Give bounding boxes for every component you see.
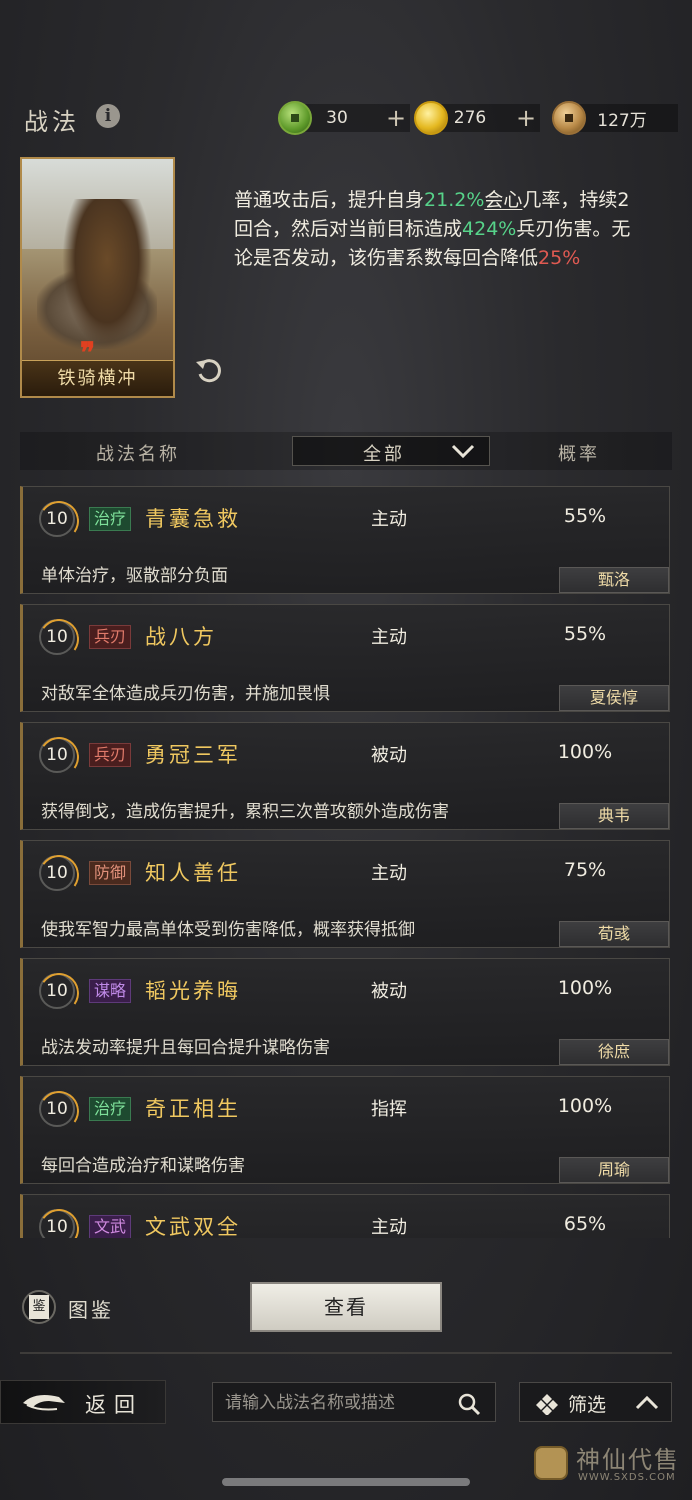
currency-jade: 30 + xyxy=(278,101,410,135)
search-box[interactable] xyxy=(212,1382,496,1422)
skill-row[interactable]: 10 谋略 韬光养晦 被动 100% 战法发动率提升且每回合提升谋略伤害 徐庶 xyxy=(20,958,670,1066)
skill-owner-tag[interactable]: 甄洛 xyxy=(559,567,669,593)
skill-rate: 65% xyxy=(563,1213,607,1235)
filter-button[interactable]: 筛选 xyxy=(519,1382,672,1422)
gold-coin-icon xyxy=(414,101,448,135)
skill-tag: 兵刃 xyxy=(89,625,132,649)
keyword-link[interactable]: 会心 xyxy=(484,189,522,211)
skill-name: 战八方 xyxy=(145,625,217,649)
search-input[interactable] xyxy=(225,1391,455,1415)
skill-row[interactable]: 10 治疗 青囊急救 主动 55% 单体治疗，驱散部分负面 甄洛 xyxy=(20,486,670,594)
skill-rate: 100% xyxy=(557,741,613,763)
skill-owner-tag[interactable]: 夏侯惇 xyxy=(559,685,669,711)
skill-name: 奇正相生 xyxy=(145,1097,241,1121)
skill-rate: 55% xyxy=(563,623,607,645)
level-badge: 10 xyxy=(39,737,75,773)
add-gold-button[interactable]: + xyxy=(512,105,540,131)
watermark-logo xyxy=(534,1446,568,1480)
chevron-up-icon xyxy=(635,1395,659,1410)
skill-tag: 治疗 xyxy=(89,507,132,531)
chevron-down-icon xyxy=(451,444,475,459)
skill-tag: 防御 xyxy=(89,861,132,885)
skill-name: 勇冠三军 xyxy=(145,743,241,767)
skill-owner-tag[interactable]: 徐庶 xyxy=(559,1039,669,1065)
skill-row[interactable]: 10 治疗 奇正相生 指挥 100% 每回合造成治疗和谋略伤害 周瑜 xyxy=(20,1076,670,1184)
skill-summary: 对敌军全体造成兵刃伤害，并施加畏惧 xyxy=(41,684,330,704)
page-title: 战法 xyxy=(24,108,80,136)
skill-type: 被动 xyxy=(371,745,407,766)
skill-summary: 获得倒戈，造成伤害提升，累积三次普攻额外造成伤害 xyxy=(41,802,449,822)
skill-type: 主动 xyxy=(371,509,407,530)
copper-coin-icon xyxy=(552,101,586,135)
back-arrow-icon xyxy=(23,1395,65,1411)
skill-row[interactable]: 10 文武 文武双全 主动 65% xyxy=(20,1194,670,1238)
currency-copper: 127万 xyxy=(552,101,678,135)
view-button[interactable]: 查看 xyxy=(250,1282,442,1332)
skill-description: 普通攻击后，提升自身21.2%会心几率，持续2回合，然后对当前目标造成424%兵… xyxy=(234,189,631,269)
general-portrait xyxy=(62,199,152,349)
skill-summary: 每回合造成治疗和谋略伤害 xyxy=(41,1156,245,1176)
column-skill-name: 战法名称 xyxy=(96,444,180,465)
level-badge: 10 xyxy=(39,619,75,655)
skill-name: 韬光养晦 xyxy=(145,979,241,1003)
add-jade-button[interactable]: + xyxy=(382,105,410,131)
watermark: 神仙代售 WWW.SXDS.COM xyxy=(530,1440,685,1490)
skill-row[interactable]: 10 防御 知人善任 主动 75% 使我军智力最高单体受到伤害降低，概率获得抵御 荀彧 xyxy=(20,840,670,948)
skill-tag: 谋略 xyxy=(89,979,132,1003)
level-badge: 10 xyxy=(39,1091,75,1127)
back-button[interactable]: 返回 xyxy=(0,1380,166,1424)
skill-name: 知人善任 xyxy=(145,861,241,885)
skill-rate: 100% xyxy=(557,977,613,999)
level-badge: 10 xyxy=(39,973,75,1009)
skill-owner-tag[interactable]: 荀彧 xyxy=(559,921,669,947)
divider xyxy=(20,1352,672,1354)
level-badge: 10 xyxy=(39,855,75,891)
skill-list[interactable]: 10 治疗 青囊急救 主动 55% 单体治疗，驱散部分负面 甄洛 10 兵刃 战八方 主动 55% 对敌… xyxy=(20,486,672,1238)
skill-card-name: 铁骑横冲 xyxy=(22,360,173,396)
search-icon[interactable] xyxy=(457,1392,481,1416)
skill-name: 文武双全 xyxy=(145,1215,241,1238)
skill-type: 被动 xyxy=(371,981,407,1002)
skill-rate: 100% xyxy=(557,1095,613,1117)
skill-rate: 75% xyxy=(563,859,607,881)
refresh-icon[interactable] xyxy=(194,356,222,384)
skill-tag: 兵刃 xyxy=(89,743,132,767)
filter-icon xyxy=(536,1394,558,1415)
skill-row[interactable]: 10 兵刃 勇冠三军 被动 100% 获得倒戈，造成伤害提升，累积三次普攻额外造成伤害 典韦 xyxy=(20,722,670,830)
skill-summary: 使我军智力最高单体受到伤害降低，概率获得抵御 xyxy=(41,920,415,940)
skill-type: 主动 xyxy=(371,863,407,884)
skill-summary: 单体治疗，驱散部分负面 xyxy=(41,566,228,586)
skill-tag: 文武 xyxy=(89,1215,132,1238)
codex-label[interactable]: 图鉴 xyxy=(68,1294,114,1323)
home-indicator[interactable] xyxy=(222,1478,470,1486)
currency-gold: 276 + xyxy=(414,101,540,135)
jade-coin-icon xyxy=(278,101,312,135)
skill-type: 指挥 xyxy=(371,1099,407,1120)
book-icon[interactable] xyxy=(22,1290,56,1324)
skill-rate: 55% xyxy=(563,505,607,527)
skill-type: 主动 xyxy=(371,627,407,648)
skill-summary: 战法发动率提升且每回合提升谋略伤害 xyxy=(41,1038,330,1058)
column-rate: 概率 xyxy=(558,444,600,465)
type-filter-dropdown[interactable]: 全部 xyxy=(292,436,490,466)
skill-owner-tag[interactable]: 典韦 xyxy=(559,803,669,829)
skill-tag: 治疗 xyxy=(89,1097,132,1121)
skill-owner-tag[interactable]: 周瑜 xyxy=(559,1157,669,1183)
level-badge: 10 xyxy=(39,1209,75,1238)
skill-name: 青囊急救 xyxy=(145,507,241,531)
skill-card[interactable]: ❞ 铁骑横冲 xyxy=(20,157,175,398)
skill-row[interactable]: 10 兵刃 战八方 主动 55% 对敌军全体造成兵刃伤害，并施加畏惧 夏侯惇 xyxy=(20,604,670,712)
skill-type: 主动 xyxy=(371,1217,407,1238)
level-badge: 10 xyxy=(39,501,75,537)
info-icon[interactable]: i xyxy=(96,104,120,128)
